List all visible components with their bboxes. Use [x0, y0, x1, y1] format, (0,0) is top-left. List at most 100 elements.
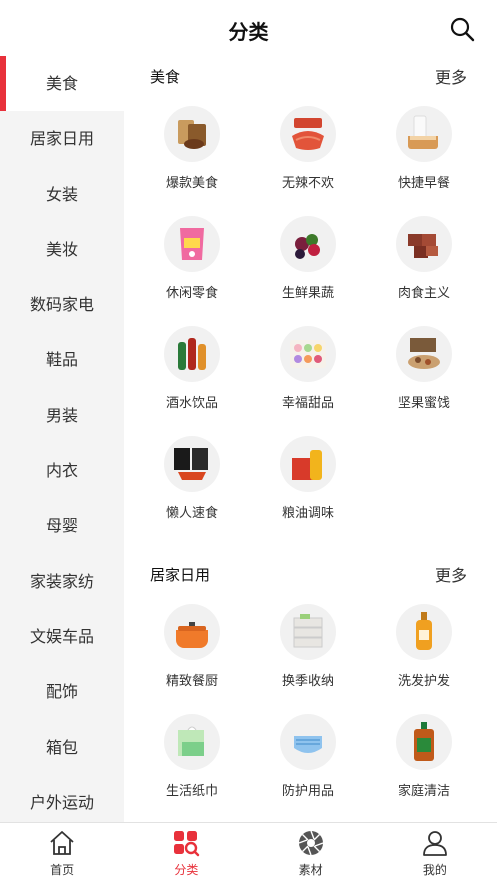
oil-rice-icon	[280, 436, 336, 492]
sidebar-item-beauty[interactable]: 美妆	[0, 222, 124, 277]
sidebar-item-label: 家装家纺	[29, 571, 94, 591]
subcategory-item[interactable]: 生活纸巾	[134, 714, 250, 822]
page-title: 分类	[228, 20, 269, 44]
section-title: 美食	[150, 68, 181, 86]
tab-label: 素材	[298, 863, 323, 877]
sidebar-item-label: 鞋品	[45, 350, 78, 370]
section-household: 居家日用 更多 精致餐厨 换季收纳 洗发护发 生活纸巾 防护用品 家庭清洁	[124, 554, 497, 822]
sidebar-item-household[interactable]: 居家日用	[0, 111, 124, 166]
subcategory-label: 洗发护发	[397, 674, 450, 689]
sidebar-item-label: 户外运动	[29, 792, 94, 812]
subcategory-label: 防护用品	[281, 784, 334, 799]
nuts-icon	[396, 326, 452, 382]
bread-milk-icon	[396, 106, 452, 162]
subcategory-label: 休闲零食	[165, 286, 218, 301]
subcategory-item[interactable]: 懒人速食	[134, 436, 250, 546]
more-link[interactable]: 更多	[435, 64, 467, 88]
tab-materials[interactable]: 素材	[249, 823, 373, 883]
storage-box-icon	[280, 604, 336, 660]
subcategory-item[interactable]: 肉食主义	[366, 216, 482, 326]
category-content: 美食 更多 爆款美食 无辣不欢 快捷早餐 休闲零食 生鲜果蔬 肉食主义 酒水饮品…	[124, 56, 497, 822]
sidebar-item-label: 美妆	[45, 239, 78, 259]
sidebar-item-label: 居家日用	[29, 129, 94, 149]
subcategory-label: 精致餐厨	[165, 674, 218, 689]
subcategory-label: 懒人速食	[165, 506, 218, 521]
subcategory-item[interactable]: 快捷早餐	[366, 106, 482, 216]
subcategory-label: 无辣不欢	[281, 176, 334, 191]
sidebar-item-label: 女装	[45, 184, 78, 204]
sidebar-item-label: 母婴	[45, 516, 78, 536]
subcategory-grid: 爆款美食 无辣不欢 快捷早餐 休闲零食 生鲜果蔬 肉食主义 酒水饮品 幸福甜品 …	[124, 94, 497, 546]
subcategory-item[interactable]: 休闲零食	[134, 216, 250, 326]
snack-bag-icon	[164, 216, 220, 272]
subcategory-label: 酒水饮品	[165, 396, 218, 411]
snack-box-icon	[164, 106, 220, 162]
sidebar-item-label: 男装	[45, 405, 78, 425]
meat-icon	[396, 216, 452, 272]
sidebar-item-label: 数码家电	[29, 295, 94, 315]
sidebar-item-womens-clothing[interactable]: 女装	[0, 167, 124, 222]
pot-icon	[164, 604, 220, 660]
shampoo-icon	[396, 604, 452, 660]
section-header: 居家日用 更多	[124, 554, 497, 592]
subcategory-label: 快捷早餐	[397, 176, 450, 191]
sidebar-item-label: 美食	[45, 74, 78, 93]
subcategory-grid: 精致餐厨 换季收纳 洗发护发 生活纸巾 防护用品 家庭清洁	[124, 592, 497, 822]
subcategory-label: 换季收纳	[281, 674, 334, 689]
subcategory-label: 粮油调味	[281, 506, 334, 521]
subcategory-item[interactable]: 幸福甜品	[250, 326, 366, 436]
sidebar-item-mens-clothing[interactable]: 男装	[0, 388, 124, 443]
subcategory-item[interactable]: 洗发护发	[366, 604, 482, 714]
subcategory-label: 生活纸巾	[165, 784, 218, 799]
bottom-tab-bar: 首页 分类 素材 我的	[0, 822, 497, 883]
sidebar-item-accessories[interactable]: 配饰	[0, 664, 124, 719]
subcategory-item[interactable]: 坚果蜜饯	[366, 326, 482, 436]
section-title: 居家日用	[150, 566, 211, 584]
subcategory-item[interactable]: 生鲜果蔬	[250, 216, 366, 326]
subcategory-label: 家庭清洁	[397, 784, 450, 799]
subcategory-label: 生鲜果蔬	[281, 286, 334, 301]
aperture-icon	[298, 830, 323, 856]
top-header: 分类	[0, 0, 497, 56]
subcategory-item[interactable]: 爆款美食	[134, 106, 250, 216]
bottles-icon	[164, 326, 220, 382]
sidebar-item-mother-baby[interactable]: 母婴	[0, 498, 124, 553]
section-food: 美食 更多 爆款美食 无辣不欢 快捷早餐 休闲零食 生鲜果蔬 肉食主义 酒水饮品…	[124, 56, 497, 546]
subcategory-item[interactable]: 无辣不欢	[250, 106, 366, 216]
tab-label: 分类	[174, 863, 199, 877]
tab-label: 我的	[422, 863, 447, 877]
subcategory-label: 幸福甜品	[281, 396, 334, 411]
subcategory-item[interactable]: 粮油调味	[250, 436, 366, 546]
sidebar-item-electronics[interactable]: 数码家电	[0, 277, 124, 332]
sidebar-item-bags[interactable]: 箱包	[0, 720, 124, 775]
category-icon	[174, 831, 200, 857]
disinfectant-icon	[396, 714, 452, 770]
subcategory-item[interactable]: 家庭清洁	[366, 714, 482, 822]
home-icon	[50, 831, 74, 855]
subcategory-item[interactable]: 换季收纳	[250, 604, 366, 714]
sidebar-item-shoes[interactable]: 鞋品	[0, 332, 124, 387]
sidebar-item-underwear[interactable]: 内衣	[0, 443, 124, 498]
sidebar-item-outdoor[interactable]: 户外运动	[0, 775, 124, 822]
sidebar-item-label: 配饰	[45, 682, 78, 702]
subcategory-item[interactable]: 精致餐厨	[134, 604, 250, 714]
sidebar-item-label: 内衣	[45, 461, 78, 481]
sidebar-item-home-textile[interactable]: 家装家纺	[0, 554, 124, 609]
mask-icon	[280, 714, 336, 770]
fruit-icon	[280, 216, 336, 272]
more-link[interactable]: 更多	[435, 562, 467, 586]
subcategory-item[interactable]: 防护用品	[250, 714, 366, 822]
instant-noodle-icon	[164, 436, 220, 492]
section-header: 美食 更多	[124, 56, 497, 94]
subcategory-label: 肉食主义	[397, 286, 450, 301]
tab-profile[interactable]: 我的	[373, 823, 497, 883]
search-icon[interactable]	[449, 16, 475, 42]
tab-category[interactable]: 分类	[124, 823, 248, 883]
tissue-icon	[164, 714, 220, 770]
tab-home[interactable]: 首页	[0, 823, 124, 883]
sidebar-item-food[interactable]: 美食	[0, 56, 124, 112]
subcategory-label: 坚果蜜饯	[397, 396, 450, 411]
sidebar-item-entertainment-auto[interactable]: 文娱车品	[0, 609, 124, 664]
subcategory-item[interactable]: 酒水饮品	[134, 326, 250, 436]
tab-label: 首页	[50, 863, 75, 877]
